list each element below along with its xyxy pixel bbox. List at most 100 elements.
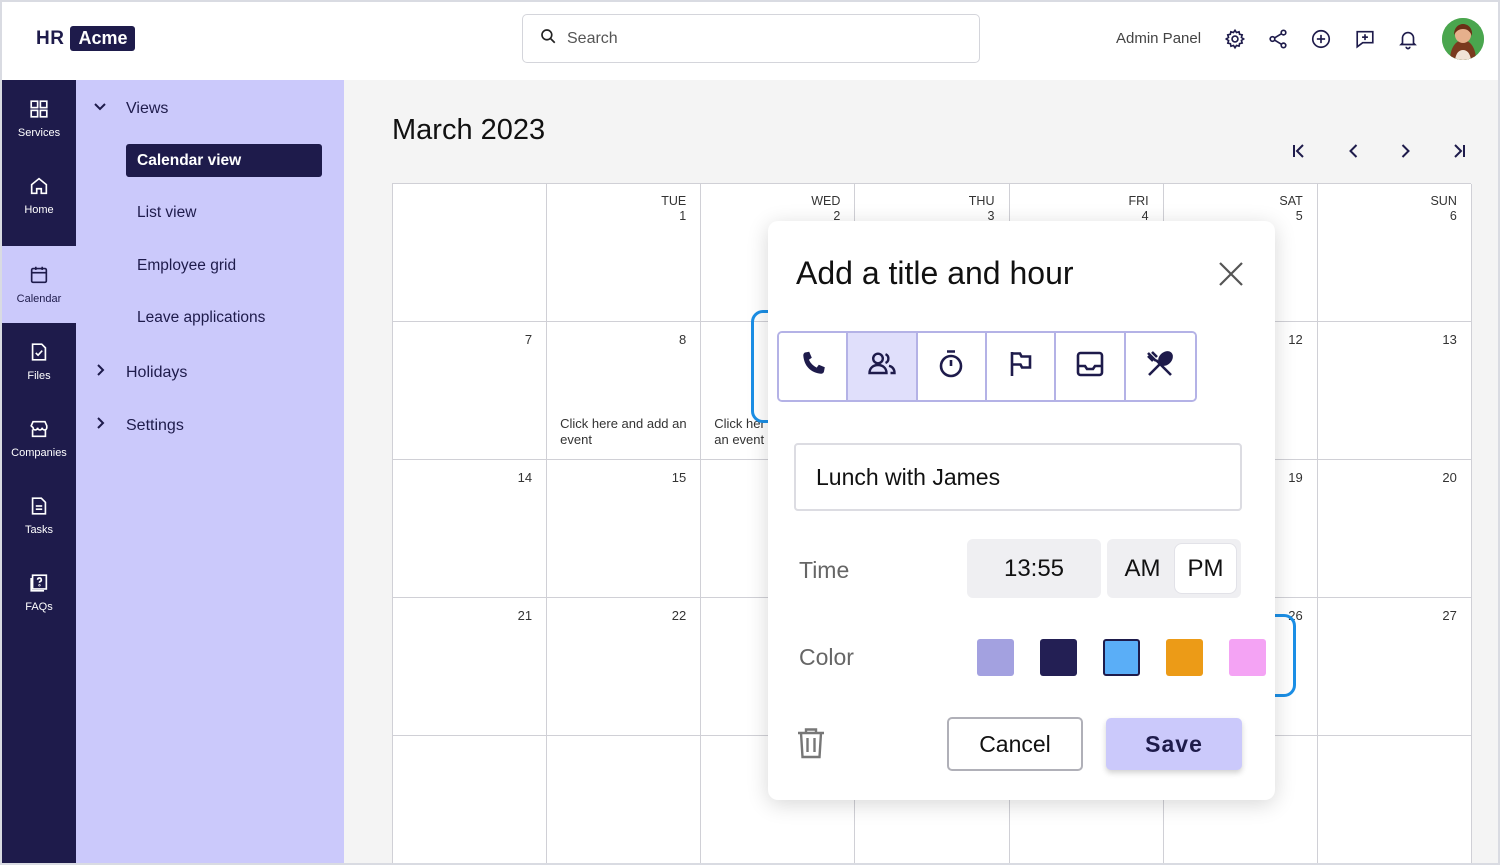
calendar-day-cell[interactable]: SUN 6	[1317, 184, 1472, 322]
save-button[interactable]: Save	[1106, 718, 1242, 770]
add-event-dialog: Add a title and hour Lunch with James Ti…	[768, 221, 1275, 800]
document-icon	[28, 495, 50, 520]
color-swatch[interactable]	[976, 638, 1014, 676]
calendar-day-cell[interactable]: TUE 1	[547, 184, 702, 322]
cancel-button[interactable]: Cancel	[947, 717, 1083, 771]
plus-circle-icon[interactable]	[1308, 26, 1334, 52]
event-type-phone[interactable]	[779, 333, 849, 400]
calendar-day-cell[interactable]: 14	[393, 460, 548, 598]
event-type-timer[interactable]	[917, 333, 988, 400]
color-swatch[interactable]	[1102, 638, 1140, 676]
calendar-day-cell[interactable]: 15	[547, 460, 702, 598]
day-number: 1	[679, 209, 687, 223]
weekday-label: THU	[968, 194, 995, 208]
day-number: 5	[1295, 209, 1303, 223]
weekday-label: TUE	[661, 194, 687, 208]
search-box[interactable]	[522, 14, 980, 63]
rail-item-faqs[interactable]: FAQs	[2, 554, 76, 631]
event-title-field[interactable]	[794, 443, 1242, 511]
admin-panel-link[interactable]: Admin Panel	[1116, 30, 1201, 47]
phone-icon	[796, 347, 830, 386]
logo-hr: HR	[36, 27, 65, 49]
chevron-right-icon	[92, 415, 108, 436]
calendar-day-cell[interactable]	[1318, 736, 1472, 863]
time-label: Time	[799, 557, 850, 583]
calendar-day-cell[interactable]: 13	[1317, 322, 1472, 460]
utensils-icon	[1143, 347, 1177, 386]
calendar-day-cell[interactable]: 22	[547, 598, 702, 736]
grid-icon	[28, 98, 50, 123]
rail-label: FAQs	[25, 601, 53, 613]
rail-item-home[interactable]: Home	[2, 157, 76, 234]
holidays-label: Holidays	[126, 363, 188, 381]
holidays-group-toggle[interactable]: Holidays	[92, 362, 187, 383]
calendar-day-cell[interactable]: 20	[1317, 460, 1472, 598]
weekday-label: FRI	[1128, 194, 1149, 208]
avatar[interactable]	[1442, 18, 1484, 60]
color-swatch[interactable]	[1228, 638, 1266, 676]
calendar-day-cell[interactable]	[547, 736, 702, 863]
day-header: SUN 6	[1430, 194, 1456, 224]
event-type-meal[interactable]	[1125, 333, 1195, 400]
calendar-day-cell[interactable]	[393, 736, 548, 863]
calendar-day-cell[interactable]: 27	[1317, 598, 1472, 736]
time-input[interactable]: 13:55	[967, 539, 1101, 598]
logo[interactable]: HR Acme	[36, 26, 136, 51]
weekday-label: SUN	[1430, 194, 1457, 208]
close-icon[interactable]	[1216, 259, 1246, 289]
color-swatch[interactable]	[1165, 638, 1203, 676]
nav-item-leave-applications[interactable]: Leave applications	[126, 301, 322, 334]
page-title: March 2023	[392, 114, 546, 146]
first-page-icon[interactable]	[1288, 140, 1310, 162]
rail-item-calendar[interactable]: Calendar	[2, 246, 76, 323]
share-icon[interactable]	[1265, 26, 1291, 52]
message-plus-icon[interactable]	[1352, 26, 1378, 52]
bell-icon[interactable]	[1395, 26, 1421, 52]
day-number: 14	[517, 470, 533, 485]
search-icon	[539, 27, 557, 50]
event-title-input[interactable]	[816, 463, 1216, 491]
event-type-inbox[interactable]	[1056, 333, 1126, 400]
nav-item-employee-grid[interactable]: Employee grid	[126, 249, 322, 282]
event-type-deadline[interactable]	[987, 333, 1057, 400]
inbox-icon	[1073, 347, 1107, 386]
weekday-label: WED	[811, 194, 841, 208]
day-header: SAT 5	[1279, 194, 1302, 224]
event-type-meeting[interactable]	[848, 333, 918, 400]
next-page-icon[interactable]	[1394, 140, 1416, 162]
settings-group-toggle[interactable]: Settings	[92, 415, 184, 436]
dialog-title: Add a title and hour	[796, 255, 1074, 291]
trash-icon[interactable]	[795, 726, 827, 760]
calendar-day-cell[interactable]: 21	[393, 598, 548, 736]
home-icon	[28, 175, 50, 200]
calendar-day-cell[interactable]: 8 Click here and add an event	[547, 322, 702, 460]
color-swatch[interactable]	[1039, 638, 1077, 676]
last-page-icon[interactable]	[1448, 140, 1470, 162]
nav-item-list-view[interactable]: List view	[126, 196, 322, 229]
people-icon	[865, 347, 899, 386]
help-icon	[28, 572, 50, 597]
store-icon	[28, 418, 50, 443]
pm-option[interactable]: PM	[1174, 543, 1237, 594]
rail-label: Files	[27, 370, 51, 382]
nav-item-calendar-view[interactable]: Calendar view	[126, 144, 322, 177]
file-check-icon	[28, 341, 50, 366]
rail-label: Calendar	[16, 293, 62, 305]
search-input[interactable]	[567, 29, 947, 48]
rail-item-companies[interactable]: Companies	[2, 400, 76, 477]
day-number: 22	[671, 608, 687, 623]
calendar-day-cell[interactable]: 7	[393, 322, 548, 460]
previous-page-icon[interactable]	[1343, 140, 1365, 162]
calendar-day-cell[interactable]	[393, 184, 548, 322]
rail-item-tasks[interactable]: Tasks	[2, 477, 76, 554]
logo-acme: Acme	[70, 26, 136, 51]
stopwatch-icon	[934, 347, 968, 386]
rail-item-files[interactable]: Files	[2, 323, 76, 400]
gear-icon[interactable]	[1222, 26, 1248, 52]
am-option[interactable]: AM	[1111, 543, 1174, 594]
chevron-right-icon	[92, 362, 108, 383]
app-rail: Services Home Calendar Files Companies T…	[2, 80, 76, 863]
rail-item-services[interactable]: Services	[2, 80, 76, 157]
add-event-hint[interactable]: Click here and add an event	[560, 416, 690, 448]
views-group-toggle[interactable]: Views	[92, 98, 168, 119]
